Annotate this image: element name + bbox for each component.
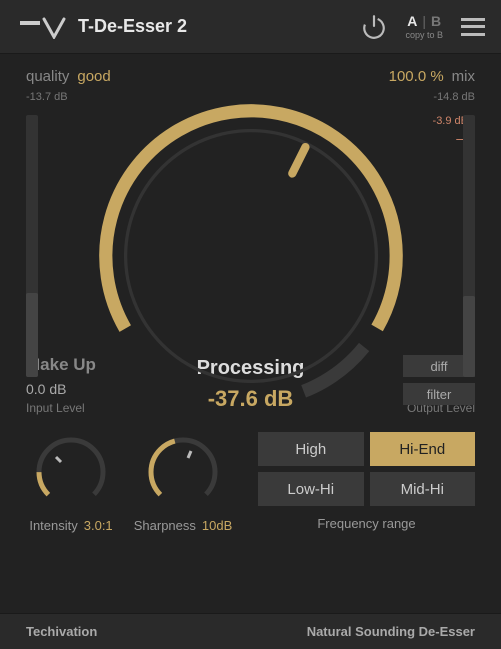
sharpness-knob[interactable] bbox=[143, 432, 223, 512]
power-button[interactable] bbox=[361, 14, 387, 40]
freq-btn-low-hi[interactable]: Low-Hi bbox=[258, 472, 364, 506]
footer: Techivation Natural Sounding De-Esser bbox=[0, 613, 501, 649]
sharpness-label: Sharpness bbox=[134, 518, 196, 533]
intensity-value: 3.0:1 bbox=[84, 518, 113, 533]
input-db-readout: -13.7 dB bbox=[26, 91, 68, 103]
intensity-label-row: Intensity 3.0:1 bbox=[29, 518, 112, 533]
ab-slot-b[interactable]: B bbox=[431, 13, 441, 29]
main-panel: quality good 100.0 % mix -13.7 dB -14.8 … bbox=[0, 54, 501, 613]
processing-knob[interactable] bbox=[86, 91, 416, 421]
brand-section: T-De-Esser 2 bbox=[20, 15, 187, 39]
mix-label: mix bbox=[452, 68, 475, 85]
quality-label: quality bbox=[26, 68, 69, 85]
input-level-meter bbox=[26, 115, 38, 377]
sharpness-block: Sharpness 10dB bbox=[138, 432, 228, 533]
intensity-label: Intensity bbox=[29, 518, 77, 533]
mix-control[interactable]: 100.0 % mix bbox=[389, 68, 475, 85]
brand-logo-icon bbox=[20, 15, 66, 39]
lower-controls: Intensity 3.0:1 Sharpness 10dB bbox=[26, 432, 475, 533]
ab-compare[interactable]: A | B copy to B bbox=[405, 13, 443, 40]
footer-tagline: Natural Sounding De-Esser bbox=[307, 624, 475, 639]
freq-btn-hi-end[interactable]: Hi-End bbox=[370, 432, 476, 466]
intensity-block: Intensity 3.0:1 bbox=[26, 432, 116, 533]
frequency-range-label: Frequency range bbox=[258, 516, 475, 531]
plugin-title: T-De-Esser 2 bbox=[78, 16, 187, 37]
meter-area: -13.7 dB -14.8 dB -3.9 dB – bbox=[26, 91, 475, 401]
sharpness-value: 10dB bbox=[202, 518, 232, 533]
copy-to-b-button[interactable]: copy to B bbox=[405, 30, 443, 40]
plugin-window: T-De-Esser 2 A | B copy to B bbox=[0, 0, 501, 649]
output-level-meter bbox=[463, 115, 475, 377]
frequency-range-buttons: High Hi-End Low-Hi Mid-Hi bbox=[258, 432, 475, 506]
output-level-fill bbox=[463, 296, 475, 377]
sharpness-label-row: Sharpness 10dB bbox=[134, 518, 233, 533]
header: T-De-Esser 2 A | B copy to B bbox=[0, 0, 501, 54]
intensity-knob[interactable] bbox=[31, 432, 111, 512]
top-readouts: quality good 100.0 % mix bbox=[26, 68, 475, 85]
header-controls: A | B copy to B bbox=[361, 13, 485, 40]
frequency-range-block: High Hi-End Low-Hi Mid-Hi Frequency rang… bbox=[258, 432, 475, 531]
input-level-fill bbox=[26, 293, 38, 377]
freq-btn-mid-hi[interactable]: Mid-Hi bbox=[370, 472, 476, 506]
mix-value: 100.0 % bbox=[389, 68, 444, 85]
ab-slot-a[interactable]: A bbox=[407, 13, 417, 29]
footer-brand: Techivation bbox=[26, 624, 97, 639]
menu-button[interactable] bbox=[461, 18, 485, 36]
ab-separator: | bbox=[422, 13, 426, 29]
freq-btn-high[interactable]: High bbox=[258, 432, 364, 466]
ab-labels: A | B bbox=[407, 13, 441, 29]
quality-value: good bbox=[77, 68, 110, 85]
output-db-readout: -14.8 dB bbox=[433, 91, 475, 103]
quality-selector[interactable]: quality good bbox=[26, 68, 111, 85]
